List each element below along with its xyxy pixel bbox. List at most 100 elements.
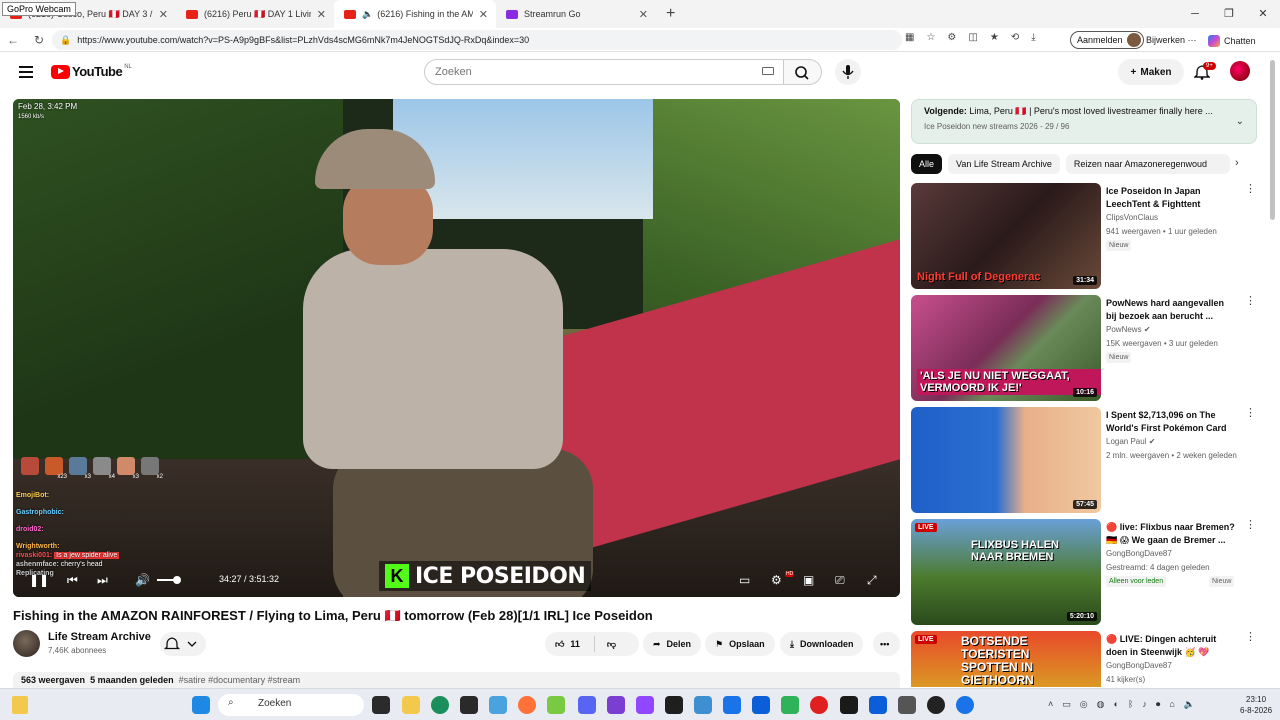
account-avatar[interactable] [1230, 61, 1250, 81]
description-box[interactable]: 563 weergaven 5 maanden geleden #satire … [13, 672, 900, 688]
close-icon[interactable]: ✕ [311, 8, 326, 21]
channel-avatar[interactable] [13, 630, 40, 657]
volume-slider[interactable] [157, 576, 181, 584]
video-thumbnail[interactable]: Night Full of Degenerac 31:34 [911, 183, 1101, 289]
recommendation-channel[interactable]: GongBongDave87 [1106, 549, 1172, 558]
chat-button[interactable]: Chatten [1208, 35, 1256, 47]
more-vert-icon[interactable]: ⋮ [1245, 296, 1256, 307]
recommendation-item[interactable]: 57:45 I Spent $2,713,096 on The World's … [911, 407, 1257, 515]
chrome-icon[interactable] [956, 696, 974, 714]
chevron-up-icon[interactable]: ˄ [1048, 699, 1053, 710]
video-thumbnail[interactable]: LIVE BOTSENDE TOERISTEN SPOTTEN IN GIETH… [911, 631, 1101, 687]
miniplayer-icon[interactable]: ▣ [803, 573, 814, 587]
recommendation-item[interactable]: LIVE BOTSENDE TOERISTEN SPOTTEN IN GIETH… [911, 631, 1257, 687]
recommendation-title[interactable]: 🔴 LIVE: Dingen achteruit doen in Steenwi… [1106, 633, 1236, 659]
recommendation-title[interactable]: PowNews hard aangevallen bij bezoek aan … [1106, 297, 1236, 323]
save-button[interactable]: ⚑ Opslaan [705, 632, 775, 656]
favorite-star-icon[interactable]: ☆ [926, 32, 935, 43]
voice-search-button[interactable] [835, 59, 861, 85]
tray-icon[interactable]: ◎ [1080, 699, 1088, 710]
file-explorer-icon[interactable] [402, 696, 420, 714]
recommendation-item[interactable]: 'ALS JE NU NIET WEGGAAT, VERMOORD IK JE!… [911, 295, 1257, 403]
chip-topic[interactable]: Reizen naar Amazoneregenwoud [1065, 154, 1230, 174]
microphone-icon[interactable]: ⏺ [1156, 699, 1161, 710]
mail-icon[interactable] [489, 696, 507, 714]
history-icon[interactable]: ⟲ [1011, 32, 1019, 43]
signin-button[interactable]: Aanmelden [1070, 31, 1144, 49]
share-button[interactable]: ➦ Delen [643, 632, 702, 656]
menu-icon[interactable] [19, 66, 33, 81]
recommendation-item[interactable]: LIVE FLIXBUS HALEN NAAR BREMEN 5:20:10 🔴… [911, 519, 1257, 627]
more-vert-icon[interactable]: ⋮ [1245, 632, 1256, 643]
split-screen-icon[interactable]: ◫ [968, 32, 977, 43]
recommendation-title[interactable]: Ice Poseidon In Japan LeechTent & Fightt… [1106, 185, 1236, 211]
page-scrollbar[interactable] [1270, 60, 1275, 220]
browser-tab-2[interactable]: (6216) Peru 🇵🇪 DAY 1 Living in AM ✕ [176, 0, 334, 28]
previous-icon[interactable]: ⏮ [67, 573, 78, 588]
chip-all[interactable]: Alle [911, 154, 943, 174]
chip-channel[interactable]: Van Life Stream Archive [948, 154, 1060, 174]
more-vert-icon[interactable]: ⋮ [1245, 520, 1256, 531]
chevron-right-icon[interactable]: › [1235, 157, 1239, 169]
recommendation-channel[interactable]: PowNews ✔ [1106, 325, 1151, 334]
settings-gear-icon[interactable] [898, 696, 916, 714]
url-field[interactable]: 🔒 https://www.youtube.com/watch?v=PS-A9p… [52, 30, 902, 50]
app-icon[interactable] [607, 696, 625, 714]
subtitles-icon[interactable]: ▭ [739, 573, 750, 587]
app-icon[interactable] [694, 696, 712, 714]
next-icon[interactable]: ⏭ [97, 573, 108, 588]
chevron-down-icon[interactable]: ⌄ [1236, 116, 1244, 127]
tray-icon[interactable]: ♪ [1142, 699, 1147, 710]
favorites-icon[interactable]: ★ [990, 32, 999, 43]
hashtags[interactable]: #satire #documentary #stream [179, 675, 301, 685]
terminal-icon[interactable] [665, 696, 683, 714]
video-thumbnail[interactable]: 57:45 [911, 407, 1101, 513]
more-actions-button[interactable]: ••• [873, 632, 900, 656]
more-vert-icon[interactable]: ⋮ [1245, 408, 1256, 419]
thumbs-up-icon[interactable]: 👍︎ [555, 639, 564, 650]
like-count[interactable]: 11 [570, 639, 580, 649]
back-button[interactable]: ← [0, 33, 26, 47]
subscription-bell-button[interactable] [160, 632, 206, 656]
maximize-button[interactable]: ❐ [1212, 0, 1246, 28]
epic-games-icon[interactable] [840, 696, 858, 714]
app-icon[interactable] [752, 696, 770, 714]
recommendation-title[interactable]: 🔴 live: Flixbus naar Bremen?🇩🇪 😱 We gaan… [1106, 521, 1236, 547]
downloads-icon[interactable]: ⤓ [1031, 32, 1035, 43]
opera-icon[interactable] [810, 696, 828, 714]
browser-tab-4[interactable]: Streamrun Go ✕ [496, 0, 656, 28]
close-window-button[interactable]: ✕ [1246, 0, 1280, 28]
keyboard-icon[interactable] [762, 67, 774, 75]
youtube-logo[interactable]: YouTube NL [51, 64, 132, 79]
video-player[interactable]: Feb 28, 3:42 PM 1560 kb/s x23 x3 x4 x3 x… [13, 99, 900, 597]
recommendation-item[interactable]: Night Full of Degenerac 31:34 Ice Poseid… [911, 183, 1257, 291]
volume-icon[interactable]: 🔊 [135, 573, 150, 587]
recommendation-channel[interactable]: ClipsVonClaus [1106, 213, 1158, 222]
close-icon[interactable]: ✕ [153, 8, 168, 21]
store-icon[interactable] [460, 696, 478, 714]
warning-icon[interactable] [12, 696, 28, 714]
close-icon[interactable]: ✕ [473, 8, 488, 21]
search-button[interactable] [784, 59, 822, 85]
fullscreen-icon[interactable]: ⤢ [867, 573, 877, 588]
minimize-button[interactable]: ─ [1178, 0, 1212, 28]
update-button[interactable]: Bijwerken ··· [1146, 35, 1197, 45]
discord-icon[interactable] [578, 696, 596, 714]
twitch-icon[interactable] [636, 696, 654, 714]
video-thumbnail[interactable]: LIVE FLIXBUS HALEN NAAR BREMEN 5:20:10 [911, 519, 1101, 625]
obs-icon[interactable] [927, 696, 945, 714]
more-vert-icon[interactable]: ⋮ [1245, 184, 1256, 195]
bluetooth-icon[interactable]: ᛒ [1128, 699, 1133, 710]
task-view-icon[interactable] [372, 696, 390, 714]
playlist-up-next[interactable]: Volgende: Lima, Peru 🇵🇪 | Peru's most lo… [911, 99, 1257, 144]
close-icon[interactable]: ✕ [633, 8, 648, 21]
windows-start-icon[interactable] [192, 696, 210, 714]
app-icon[interactable] [869, 696, 887, 714]
taskbar-clock[interactable]: 23:10 6-8-2026 [1240, 694, 1272, 716]
tray-icon[interactable]: ◍ [1097, 699, 1105, 710]
app-icon[interactable] [723, 696, 741, 714]
speaker-icon[interactable]: 🔈 [362, 9, 373, 20]
tray-icon[interactable]: ▭ [1062, 699, 1071, 710]
thumbs-down-icon[interactable]: 👎︎ [607, 639, 616, 650]
notes-icon[interactable] [781, 696, 799, 714]
